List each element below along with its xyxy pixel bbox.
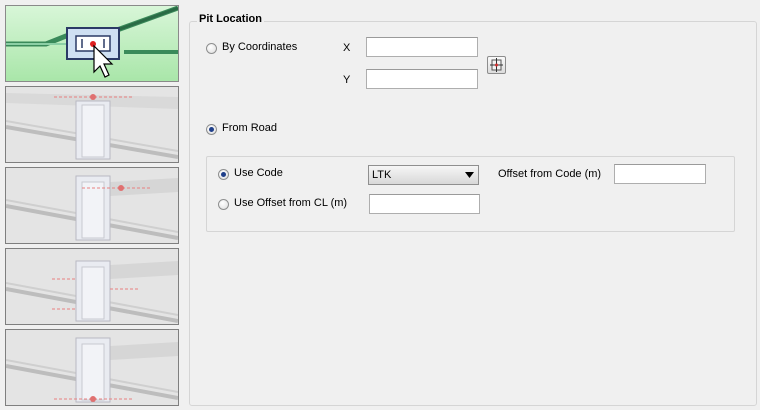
- use-code-label[interactable]: Use Code: [234, 167, 283, 180]
- pick-point-button[interactable]: [487, 56, 506, 74]
- section-code-illustration: [6, 168, 178, 243]
- pit-location-title: Pit Location: [197, 13, 264, 25]
- section-offset-illustration: [6, 249, 178, 324]
- thumbnail-section-bottom[interactable]: [5, 329, 179, 406]
- thumbnail-section-offset[interactable]: [5, 248, 179, 325]
- x-coordinate-field[interactable]: [366, 37, 478, 57]
- thumbnail-plan-view[interactable]: [5, 5, 179, 82]
- from-road-radio[interactable]: [206, 124, 217, 135]
- by-coordinates-radio[interactable]: [206, 43, 217, 54]
- y-label: Y: [343, 74, 351, 86]
- thumbnail-section-top[interactable]: [5, 86, 179, 163]
- section-top-illustration: [6, 87, 178, 162]
- use-offset-cl-radio[interactable]: [218, 199, 229, 210]
- by-coordinates-label[interactable]: By Coordinates: [222, 41, 297, 54]
- offset-from-cl-field[interactable]: [369, 194, 480, 214]
- chevron-down-icon: [465, 172, 474, 178]
- plan-view-illustration: [6, 6, 178, 78]
- code-dropdown[interactable]: LTK: [368, 165, 479, 185]
- thumbnail-section-code[interactable]: [5, 167, 179, 244]
- thumbnail-strip: [5, 5, 179, 406]
- from-road-label[interactable]: From Road: [222, 122, 277, 135]
- y-coordinate-field[interactable]: [366, 69, 478, 89]
- section-bottom-illustration: [6, 330, 178, 405]
- use-code-radio[interactable]: [218, 169, 229, 180]
- x-label: X: [343, 42, 351, 54]
- code-dropdown-value: LTK: [372, 169, 392, 181]
- offset-from-code-label: Offset from Code (m): [498, 168, 602, 180]
- offset-from-code-field[interactable]: [614, 164, 706, 184]
- pick-point-icon: [490, 58, 503, 72]
- use-offset-cl-label[interactable]: Use Offset from CL (m): [234, 197, 347, 210]
